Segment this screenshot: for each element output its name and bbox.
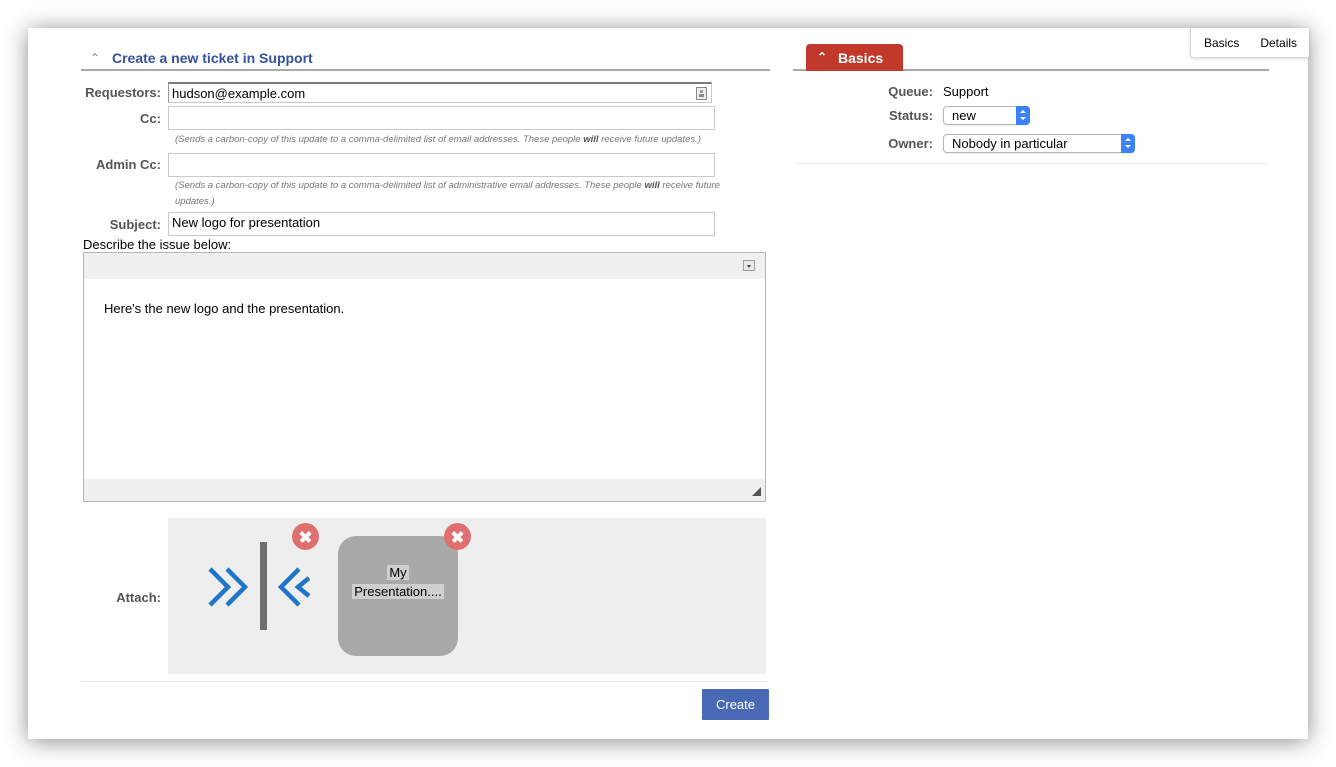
chevron-up-icon[interactable]: ⌃ [817,50,827,64]
ticket-form-title: Create a new ticket in Support [112,50,313,66]
tab-basics[interactable]: Basics [1204,36,1239,50]
divider-bar-icon [260,542,267,630]
admin-cc-hint-text: (Sends a carbon-copy of this update to a… [175,180,645,191]
chevron-up-icon[interactable]: ⌃ [90,51,100,65]
editor-footer [84,479,765,501]
file-name-line1: My [387,565,409,580]
cc-label: Cc: [140,111,161,126]
select-arrows-icon [1121,134,1135,153]
admin-cc-label: Admin Cc: [96,157,161,172]
address-book-icon[interactable] [696,87,707,100]
file-name: My Presentation.... [338,563,458,601]
status-value: new [952,108,976,123]
attach-label: Attach: [116,590,161,605]
create-button[interactable]: Create [702,689,769,720]
dropdown-arrow-icon[interactable] [743,260,755,271]
editor-toolbar [84,253,765,279]
double-chevron-left-icon [277,567,310,607]
basics-divider [795,163,1267,164]
resize-handle-icon[interactable] [752,487,761,496]
logo-thumbnail [208,542,310,630]
requestors-input[interactable]: hudson@example.com [168,82,712,103]
basics-panel-header[interactable]: ⌃ Basics [806,44,903,71]
cc-hint-text: (Sends a carbon-copy of this update to a… [175,134,584,145]
cc-hint: (Sends a carbon-copy of this update to a… [175,132,755,148]
admin-cc-input[interactable] [168,153,715,177]
admin-cc-hint: (Sends a carbon-copy of this update to a… [175,178,760,210]
double-chevron-right-icon [208,567,249,607]
owner-value: Nobody in particular [952,136,1068,151]
file-tile-presentation[interactable]: My Presentation.... [338,536,458,656]
tab-details[interactable]: Details [1260,36,1297,50]
status-select[interactable]: new [943,106,1030,125]
editor-content[interactable]: Here's the new logo and the presentation… [104,301,344,316]
owner-select[interactable]: Nobody in particular [943,134,1135,153]
description-editor[interactable]: Here's the new logo and the presentation… [83,252,766,502]
cc-input[interactable] [168,106,715,130]
divider [81,681,768,682]
owner-label: Owner: [888,136,933,151]
admin-cc-hint-bold: will [644,180,660,191]
subject-input[interactable]: New logo for presentation [168,212,715,236]
requestors-value: hudson@example.com [172,86,306,101]
subject-label: Subject: [109,217,161,232]
queue-value: Support [943,84,989,99]
status-label: Status: [888,108,933,123]
queue-label: Queue: [888,84,933,99]
describe-label: Describe the issue below: [83,237,232,252]
remove-file-2-button[interactable] [444,523,471,550]
cc-hint-text-end: receive future updates.) [598,134,701,145]
file-name-line2: Presentation.... [352,584,444,599]
remove-file-1-button[interactable] [292,523,319,550]
page-tabs: Basics Details [1190,28,1309,58]
cc-hint-bold: will [583,134,599,145]
requestors-label: Requestors: [85,85,161,100]
ticket-form-header[interactable]: ⌃ Create a new ticket in Support [81,50,770,71]
basics-title: Basics [838,50,884,66]
select-arrows-icon [1016,106,1030,125]
